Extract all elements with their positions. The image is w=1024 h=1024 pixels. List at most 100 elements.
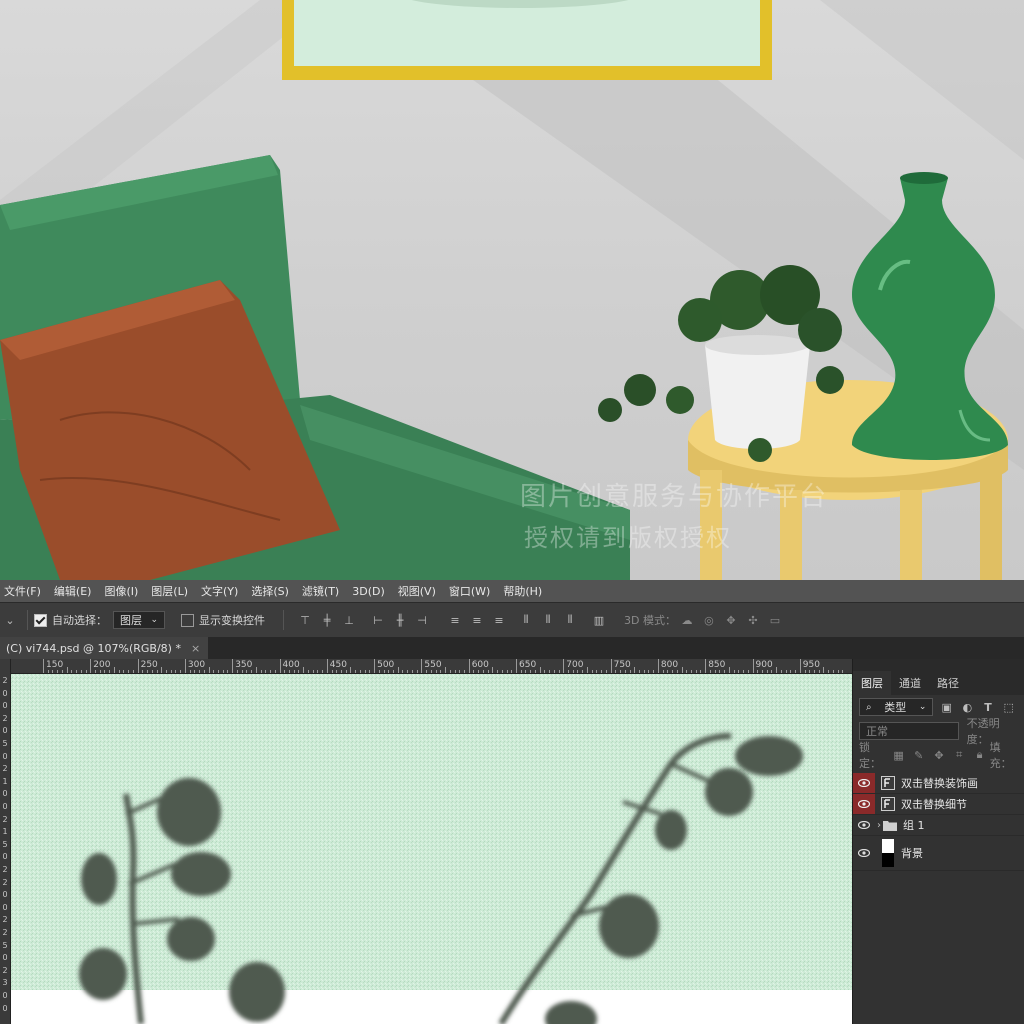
layer-row-group-1[interactable]: › 组 1 [853,815,1024,836]
ruler-label: 2 [2,764,8,774]
distribute-hcenter-icon[interactable]: ⫴ [540,612,556,628]
auto-align-icon[interactable]: ▥ [591,612,607,628]
tab-channels[interactable]: 通道 [891,671,929,695]
align-left-icon[interactable]: ⊢ [370,612,386,628]
filter-shape-icon[interactable]: ⬚ [1001,699,1016,715]
ruler-tick [449,670,451,673]
3d-mode-label: 3D 模式： [624,614,676,627]
distribute-left-icon[interactable]: ⫴ [518,612,534,628]
ruler-tick [549,670,551,673]
blend-mode-dropdown[interactable]: 正常 [859,722,959,740]
ruler-label: 3 [2,978,8,988]
ruler-tick [478,670,480,673]
ruler-tick [842,670,844,673]
menu-help[interactable]: 帮助(H) [499,583,551,599]
align-top-icon[interactable]: ⊤ [297,612,313,628]
ruler-tick [743,670,745,673]
ruler-tick [605,670,607,673]
distribute-vcenter-icon[interactable]: ≡ [469,612,485,628]
chevron-right-icon[interactable]: › [877,820,881,831]
menu-layer[interactable]: 图层(L) [147,583,197,599]
ruler-label: 250 [140,660,158,670]
layer-row-background[interactable]: 背景 [853,836,1024,871]
align-vcenter-icon[interactable]: ╪ [319,612,335,628]
auto-select-checkbox[interactable] [34,613,47,627]
ruler-label: 850 [708,660,726,670]
layer-row-decor-painting[interactable]: 双击替换装饰画 [853,773,1024,794]
ruler-label: 2 [2,877,8,887]
ruler-tick [445,667,447,673]
ruler-tick [634,667,636,673]
ruler-tick [440,670,442,673]
tab-layers[interactable]: 图层 [853,671,891,695]
menu-select[interactable]: 选择(S) [247,583,298,599]
ruler-label: 950 [802,660,820,670]
ruler-label: 450 [329,660,347,670]
filter-pixel-icon[interactable]: ▣ [939,699,954,715]
ruler-tick [274,670,276,673]
3d-roll-icon[interactable]: ◎ [701,612,717,628]
show-transform-checkbox[interactable] [181,613,194,627]
lock-all-icon[interactable]: 🔒︎ [972,747,986,763]
document-tab[interactable]: (C) vi744.psd @ 107%(RGB/8) * × [0,637,209,659]
ruler-tick [175,670,177,673]
eye-icon[interactable] [853,773,875,793]
lock-image-icon[interactable]: ✎ [912,747,926,763]
layer-row-details[interactable]: 双击替换细节 [853,794,1024,815]
tab-paths[interactable]: 路径 [929,671,967,695]
ruler-tick [492,667,494,673]
chevron-down-icon[interactable]: ⌄ [2,612,18,628]
ruler-tick [312,670,314,673]
align-right-icon[interactable]: ⊣ [414,612,430,628]
3d-slide-icon[interactable]: ✣ [745,612,761,628]
filter-type-icon[interactable]: T [981,699,996,715]
distribute-bottom-icon[interactable]: ≡ [491,612,507,628]
align-hcenter-icon[interactable]: ╫ [392,612,408,628]
3d-rotate-icon[interactable]: ☁ [679,612,695,628]
ruler-tick [563,659,565,673]
lock-artboard-icon[interactable]: ⌗ [952,747,966,763]
menu-window[interactable]: 窗口(W) [445,583,499,599]
ruler-tick [189,670,191,673]
ruler-tick [227,670,229,673]
blend-mode-value: 正常 [866,725,888,738]
distribute-right-icon[interactable]: ⫴ [562,612,578,628]
document-canvas[interactable] [11,674,852,1024]
ruler-tick [345,670,347,673]
menu-image[interactable]: 图像(I) [100,583,147,599]
ruler-tick [813,670,815,673]
menu-type[interactable]: 文字(Y) [197,583,247,599]
ruler-label: 550 [424,660,442,670]
auto-select-target-dropdown[interactable]: 图层 ⌄ [113,611,165,629]
menu-3d[interactable]: 3D(D) [348,585,394,598]
close-icon[interactable]: × [191,642,200,655]
show-transform-label: 显示变换控件 [199,614,265,627]
ruler-tick [482,670,484,673]
ruler-tick [184,659,186,673]
menu-file[interactable]: 文件(F) [0,583,50,599]
ruler-label: 0 [2,751,8,761]
ruler-tick [270,670,272,673]
lock-position-icon[interactable]: ✥ [932,747,946,763]
filter-adjustment-icon[interactable]: ◐ [960,699,975,715]
3d-scale-icon[interactable]: ▭ [767,612,783,628]
3d-drag-icon[interactable]: ✥ [723,612,739,628]
ruler-tick [213,670,215,673]
layer-filter-dropdown[interactable]: ⌕ 类型 ⌄ [859,698,934,716]
align-bottom-icon[interactable]: ⊥ [341,612,357,628]
menu-edit[interactable]: 编辑(E) [50,583,101,599]
distribute-top-icon[interactable]: ≡ [447,612,463,628]
ruler-tick [487,670,489,673]
ruler-tick [416,670,418,673]
lock-transparent-icon[interactable]: ▦ [891,747,905,763]
document-tab-title: (C) vi744.psd @ 107%(RGB/8) * [6,641,181,655]
ruler-tick [284,670,286,673]
eye-icon[interactable] [853,836,875,870]
ruler-tick [795,670,797,673]
eye-icon[interactable] [853,794,875,814]
menu-filter[interactable]: 滤镜(T) [298,583,348,599]
menu-view[interactable]: 视图(V) [394,583,445,599]
ruler-label: 5 [2,839,8,849]
eye-icon[interactable] [853,815,875,835]
ruler-tick [298,670,300,673]
